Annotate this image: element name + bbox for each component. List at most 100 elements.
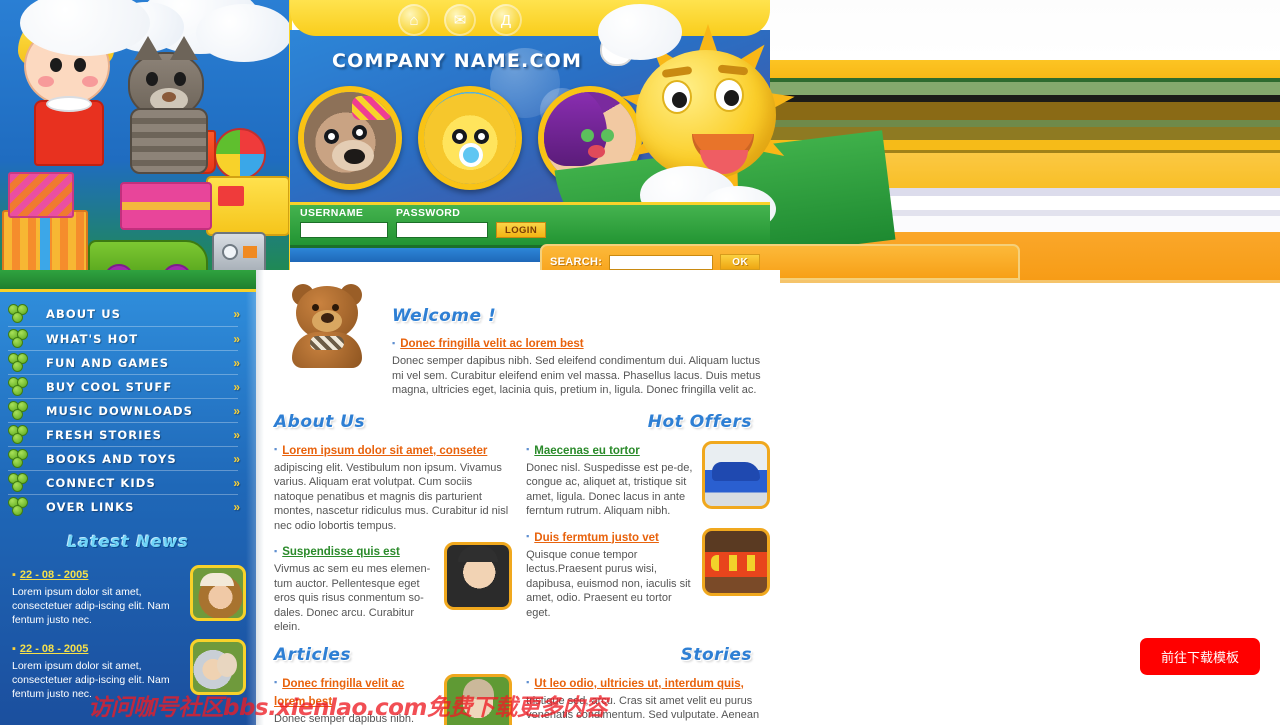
story-entry: ▪ Ut leo odio, ultricies ut, interdum qui…	[526, 674, 770, 725]
sidebar-item-label: ABOUT US	[46, 307, 122, 321]
stories-heading: Stories	[680, 644, 752, 665]
news-date-link[interactable]: 22 - 08 - 2005	[20, 643, 89, 655]
username-group: USERNAME	[300, 207, 388, 238]
news-body: Lorem ipsum dolor sit amet, consectetuer…	[12, 660, 170, 700]
sidebar-item-music-downloads[interactable]: MUSIC DOWNLOADS »	[8, 398, 240, 422]
sidebar-item-label: FUN AND GAMES	[46, 355, 170, 370]
sidebar-item-label: BOOKS AND TOYS	[46, 451, 177, 466]
chevron-right-icon: »	[233, 379, 240, 394]
article-thumbnail[interactable]	[444, 673, 513, 725]
clover-icon	[8, 448, 30, 469]
articles-stories-row: Articles ▪ Donec fringilla velit ac lorem…	[256, 635, 780, 725]
clover-icon	[8, 496, 30, 517]
home-icon[interactable]: ⌂	[398, 4, 430, 36]
sidebar-item-label: OVER LINKS	[46, 499, 135, 514]
toy-ball	[214, 128, 266, 180]
sidebar-item-over-links[interactable]: OVER LINKS »	[8, 494, 240, 518]
clover-icon	[8, 352, 30, 373]
login-bar: USERNAME PASSWORD LOGIN	[290, 202, 770, 248]
welcome-section: Welcome ! ▪ Donec fringilla velit ac lore…	[256, 270, 780, 398]
badge-dog-character[interactable]	[298, 86, 402, 190]
boy-collar	[46, 96, 92, 112]
about-us-column: About Us ▪ Lorem ipsum dolor sit amet, co…	[274, 412, 513, 635]
story-link[interactable]: Ut leo odio, ultricies ut, interdum quis…	[534, 678, 744, 690]
hot-offers-column: Hot Offers ▪ Maecenas eu tortor Donec nis…	[526, 412, 770, 635]
latest-news-heading: Latest News	[67, 532, 189, 551]
login-button[interactable]: LOGIN	[496, 222, 547, 238]
article-entry: ▪ Donec fringilla velit ac lorem best Don…	[274, 673, 513, 725]
hot-offer-body: Quisque conue tempor lectus.Praesent pur…	[526, 548, 691, 619]
gift-box-3	[120, 182, 212, 230]
article-link[interactable]: Donec fringilla velit ac lorem best	[274, 678, 404, 708]
hot-offer-body: Donec nisl. Suspedisse est pe-de, congue…	[526, 461, 693, 518]
gift-box-2	[8, 172, 74, 218]
sidebar-item-about-us[interactable]: ABOUT US »	[8, 302, 240, 326]
company-name-logo: COMPANY NAME.COM	[332, 50, 583, 72]
about-entry-body: Vivmus ac sem eu mes elemen-tum auctor. …	[274, 563, 431, 633]
about-entry-link[interactable]: Lorem ipsum dolor sit amet, conseter	[282, 445, 487, 457]
bullet-icon: ▪	[526, 444, 530, 455]
chevron-right-icon: »	[233, 307, 240, 321]
sidebar-item-label: FRESH STORIES	[46, 427, 162, 442]
search-input[interactable]	[609, 254, 714, 270]
download-template-button[interactable]: 前往下载模板	[1140, 638, 1260, 675]
hot-offer-link[interactable]: Maecenas eu tortor	[534, 445, 639, 457]
bullet-icon: ▪	[12, 643, 16, 655]
sidebar-item-connect-kids[interactable]: CONNECT KIDS »	[8, 470, 240, 494]
news-list-item: ▪ 22 - 08 - 2005 Lorem ipsum dolor sit am…	[0, 559, 256, 633]
username-input[interactable]	[300, 222, 388, 238]
chevron-right-icon: »	[233, 451, 240, 466]
mail-icon[interactable]: ✉	[444, 4, 476, 36]
search-label: SEARCH:	[550, 256, 603, 268]
search-ok-button[interactable]: OK	[720, 254, 761, 270]
sidebar-navigation: ABOUT US » WHAT'S HOT » FUN AND GAMES » …	[0, 292, 256, 725]
hot-offer-thumbnail[interactable]	[702, 440, 770, 509]
sidebar-item-fresh-stories[interactable]: FRESH STORIES »	[8, 422, 240, 446]
password-input[interactable]	[396, 222, 488, 238]
badge-bunny-character[interactable]	[418, 86, 522, 190]
about-entry-thumbnail[interactable]	[444, 542, 513, 610]
header-quick-icons: ⌂ ✉ Д	[398, 4, 522, 36]
about-entry-body: adipiscing elit. Vestibulum non ipsum. V…	[274, 461, 509, 532]
bullet-icon: ▪	[274, 444, 278, 455]
bullet-icon: ▪	[12, 569, 16, 581]
sidebar-item-label: BUY COOL STUFF	[46, 379, 173, 394]
news-date-link[interactable]: 22 - 08 - 2005	[20, 569, 89, 581]
clover-icon	[8, 472, 30, 493]
bullet-icon: ▪	[526, 531, 530, 542]
sidebar-item-fun-and-games[interactable]: FUN AND GAMES »	[8, 350, 240, 374]
sidebar-item-whats-hot[interactable]: WHAT'S HOT »	[8, 326, 240, 350]
sun-face	[636, 50, 776, 180]
main-content: Welcome ! ▪ Donec fringilla velit ac lore…	[256, 270, 780, 725]
chevron-right-icon: »	[233, 499, 240, 514]
story-body: tristique sed, arcu. Cras sit amet velit…	[526, 694, 760, 725]
chevron-right-icon: »	[233, 355, 240, 370]
page-root: ⌂ ✉ Д COMPANY NAME.COM USERNAME PASSWORD…	[0, 0, 1280, 725]
welcome-heading: Welcome !	[392, 306, 497, 326]
bullet-icon: ▪	[526, 677, 530, 688]
welcome-body: Donec semper dapibus nibh. Sed eleifend …	[392, 355, 761, 396]
chevron-right-icon: »	[233, 427, 240, 442]
chevron-right-icon: »	[233, 331, 240, 346]
about-entry-link[interactable]: Suspendisse quis est	[282, 546, 400, 558]
sidebar-item-books-and-toys[interactable]: BOOKS AND TOYS »	[8, 446, 240, 470]
welcome-link[interactable]: Donec fringilla velit ac lorem best	[400, 338, 583, 350]
news-thumbnail[interactable]	[190, 565, 246, 621]
hot-offer-link[interactable]: Duis fermtum justo vet	[534, 532, 659, 544]
articles-column: Articles ▪ Donec fringilla velit ac lorem…	[274, 644, 513, 725]
hot-offer-thumbnail[interactable]	[702, 527, 770, 596]
clover-icon	[8, 424, 30, 445]
sidebar-item-label: WHAT'S HOT	[46, 331, 139, 346]
about-entry: ▪ Lorem ipsum dolor sit amet, conseter ad…	[274, 441, 512, 534]
password-group: PASSWORD	[396, 207, 488, 238]
sitemap-icon[interactable]: Д	[490, 4, 522, 36]
chevron-right-icon: »	[233, 403, 240, 418]
stories-column: Stories ▪ Ut leo odio, ultricies ut, inte…	[526, 645, 770, 725]
bullet-icon: ▪	[392, 337, 396, 348]
hot-offers-heading: Hot Offers	[647, 411, 752, 432]
sidebar-item-buy-cool-stuff[interactable]: BUY COOL STUFF »	[8, 374, 240, 398]
articles-heading: Articles	[274, 644, 352, 665]
about-entry: ▪ Suspendisse quis est Vivmus ac sem eu m…	[274, 542, 513, 635]
news-thumbnail[interactable]	[190, 639, 246, 695]
clover-icon	[8, 328, 30, 349]
